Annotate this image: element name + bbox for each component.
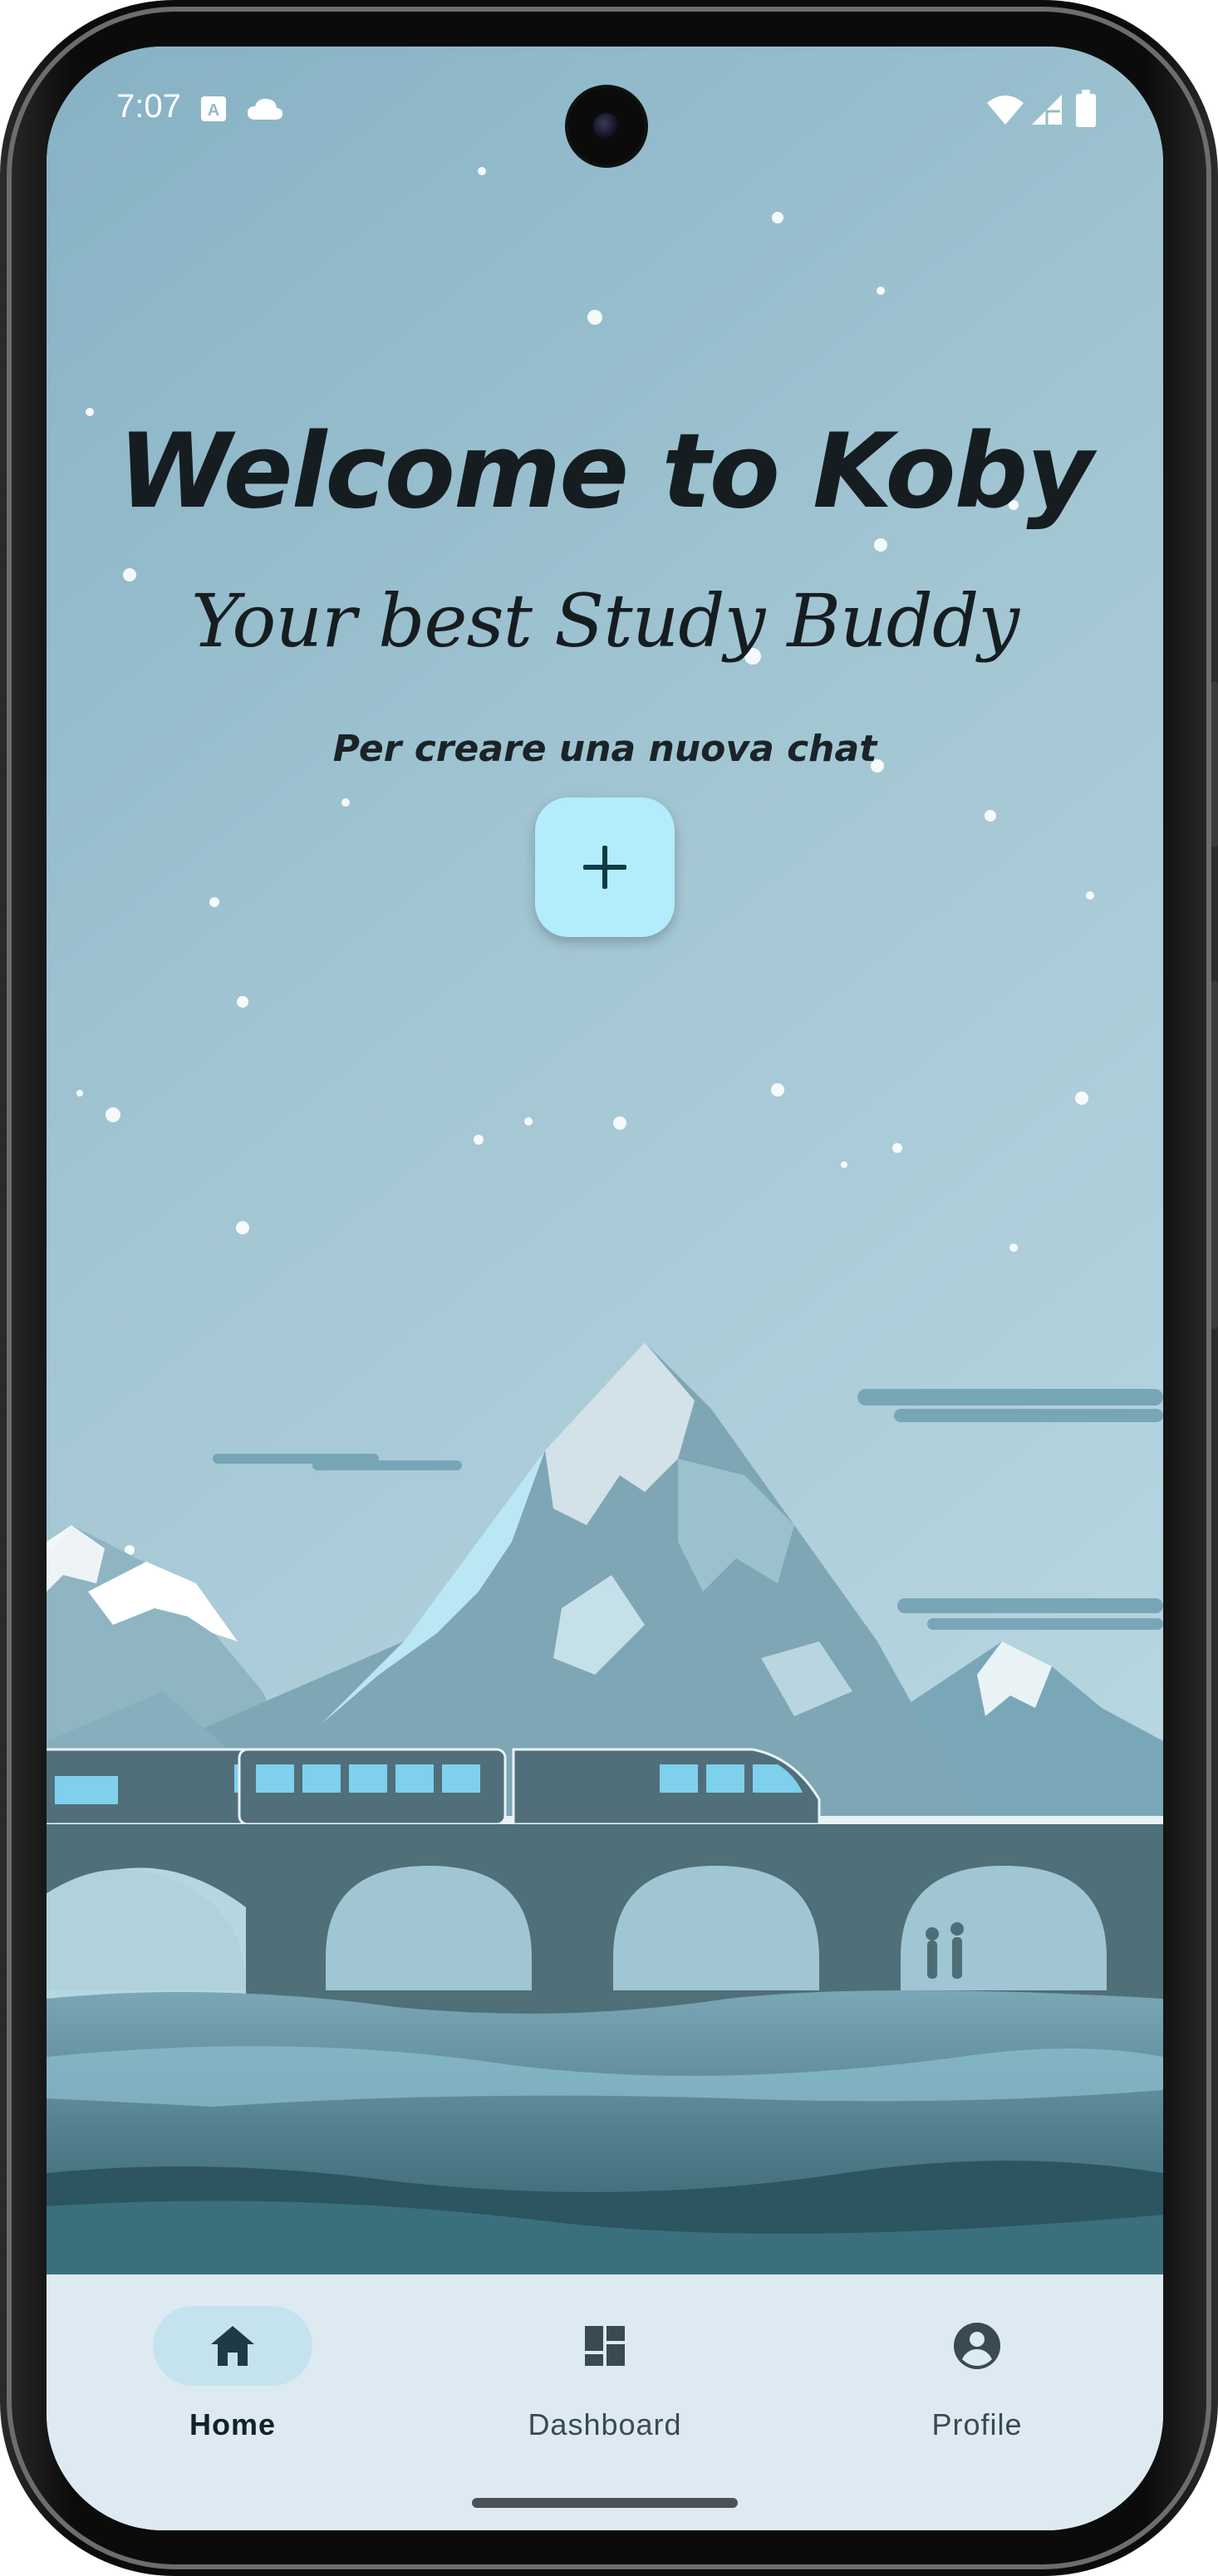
power-button: [1211, 681, 1218, 847]
nav-item-profile[interactable]: Profile: [791, 2274, 1163, 2530]
train: [47, 1748, 821, 1826]
bottom-navigation: Home Dashboard Profile: [47, 2274, 1163, 2530]
phone-frame: 7:07 A Welcome to Koby Your best Study B…: [0, 0, 1218, 2576]
accessibility-notification-icon: A: [201, 96, 226, 121]
app-screen: 7:07 A Welcome to Koby Your best Study B…: [47, 47, 1163, 2530]
cloud-icon: [248, 98, 283, 120]
new-chat-button[interactable]: [535, 797, 675, 937]
plus-icon: [583, 846, 626, 889]
status-time: 7:07: [116, 88, 181, 125]
nav-label-dashboard: Dashboard: [528, 2407, 682, 2441]
mountain-train-illustration: [47, 47, 1163, 2274]
front-camera: [568, 88, 645, 164]
nav-item-home[interactable]: Home: [47, 2274, 419, 2530]
cell-signal-icon: [1032, 95, 1062, 125]
nav-label-profile: Profile: [931, 2407, 1023, 2441]
tagline: Your best Study Buddy: [190, 578, 1019, 664]
nav-item-dashboard[interactable]: Dashboard: [419, 2274, 791, 2530]
wifi-icon: [987, 96, 1024, 125]
account-circle-icon: [954, 2323, 1000, 2369]
svg-text:A: A: [208, 101, 219, 120]
battery-icon: [1076, 90, 1096, 127]
home-icon: [211, 2326, 254, 2366]
volume-button: [1211, 980, 1218, 1329]
welcome-title: Welcome to Koby: [117, 412, 1093, 532]
dashboard-icon: [585, 2326, 625, 2366]
nav-label-home: Home: [189, 2407, 277, 2441]
gesture-home-bar[interactable]: [472, 2498, 738, 2508]
new-chat-hint: Per creare una nuova chat: [332, 728, 877, 770]
